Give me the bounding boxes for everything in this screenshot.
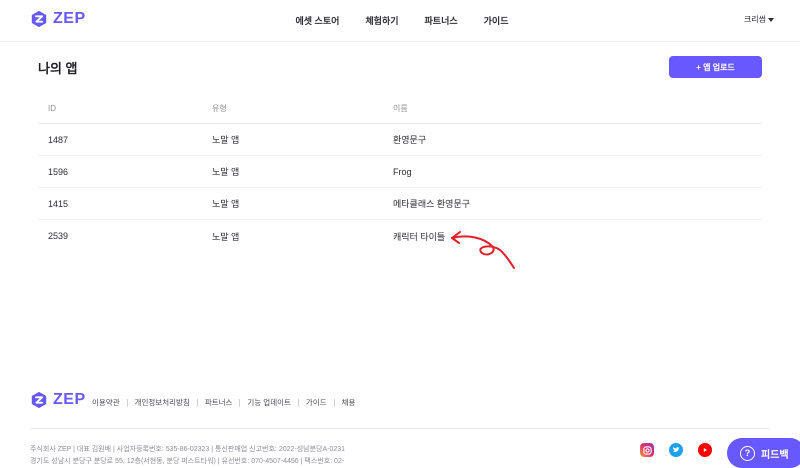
footer-logo-text: ZEP [53,391,86,408]
table-row[interactable]: 1487 노말 앱 환영문구 [38,124,762,156]
cell-name: 환영문구 [393,135,427,145]
upload-app-button[interactable]: + 앱 업로드 [669,56,762,78]
table-header: ID 유형 이름 [38,94,762,124]
footer-links: 이용약관 개인정보처리방침 파트너스 기능 업데이트 가이드 채용 [92,397,355,408]
footer-link-privacy[interactable]: 개인정보처리방침 [135,397,190,408]
footer-link-partners[interactable]: 파트너스 [205,397,233,408]
cell-type: 노말 앱 [212,135,240,145]
divider [196,398,198,407]
table-row[interactable]: 1415 노말 앱 메타클래스 환영문구 [38,188,762,220]
youtube-icon[interactable] [698,443,712,457]
nav-asset-store[interactable]: 에셋 스토어 [296,14,340,27]
caret-down-icon [768,17,774,22]
instagram-icon[interactable] [640,443,654,457]
top-header: ZEP 에셋 스토어 체험하기 파트너스 가이드 크리썸 [0,0,800,42]
company-info-line: 주식회사 ZEP | 대표 김원배 | 사업자등록번호: 535-86-0232… [30,446,346,453]
cell-id: 1596 [48,166,69,177]
cell-id: 2539 [48,231,69,241]
feedback-button[interactable]: ? 피드백 [727,438,800,468]
nav-guide[interactable]: 가이드 [484,14,509,27]
table-row[interactable]: 1596 노말 앱 Frog [38,156,762,188]
annotation-arrow-icon [451,231,515,269]
cell-id: 1487 [48,134,69,145]
footer-logo[interactable]: ZEP [30,391,86,409]
page-title: 나의 앱 [38,61,78,76]
cell-type: 노말 앱 [212,167,240,177]
divider [297,398,299,407]
cell-type: 노말 앱 [212,199,240,209]
footer-link-updates[interactable]: 기능 업데이트 [247,397,290,408]
user-name: 크리썸 [743,15,766,24]
cell-name: Frog [393,166,412,177]
twitter-icon[interactable] [669,443,683,457]
footer-link-careers[interactable]: 채용 [342,397,356,408]
nav-try[interactable]: 체험하기 [365,14,398,27]
table-row[interactable]: 2539 노말 앱 캐릭터 타이틀 [38,220,762,252]
cell-name: 캐릭터 타이틀 [393,231,446,242]
footer-link-guide[interactable]: 가이드 [306,397,327,408]
column-id: ID [48,104,56,113]
company-info: 주식회사 ZEP | 대표 김원배 | 사업자등록번호: 535-86-0232… [30,444,345,468]
main-nav: 에셋 스토어 체험하기 파트너스 가이드 [0,14,800,27]
column-name: 이름 [393,104,408,113]
divider [126,398,128,407]
company-info-line: 경기도 성남시 분당구 분당로 55, 12층(서현동, 분당 퍼스트타워) |… [30,458,345,465]
footer-link-terms[interactable]: 이용약관 [92,397,120,408]
cell-id: 1415 [48,198,69,209]
feedback-label: 피드백 [761,449,789,461]
apps-table: ID 유형 이름 1487 노말 앱 환영문구 1596 노말 앱 Frog 1… [38,94,762,252]
divider [333,398,335,407]
user-menu[interactable]: 크리썸 [744,14,774,25]
divider [239,398,241,407]
footer-divider [30,428,770,429]
nav-partners[interactable]: 파트너스 [425,14,458,27]
zep-logo-icon [31,391,47,409]
cell-type: 노말 앱 [212,231,240,242]
column-type: 유형 [212,104,227,113]
cell-name: 메타클래스 환영문구 [393,199,471,209]
question-icon: ? [740,445,755,461]
